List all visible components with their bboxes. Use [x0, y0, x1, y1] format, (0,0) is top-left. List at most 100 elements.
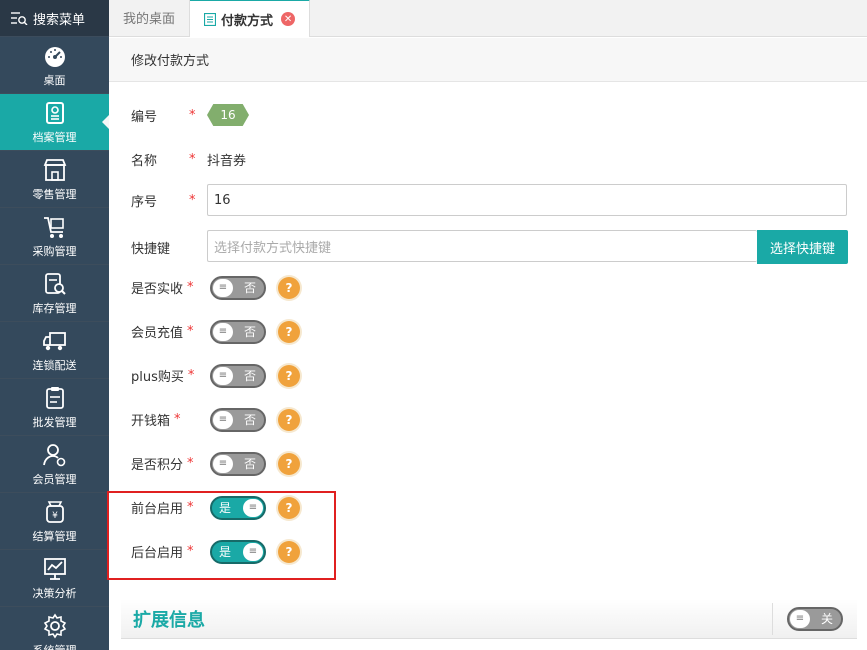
id-label: 编号 — [131, 109, 158, 125]
sidebar-item-purchase[interactable]: 采购管理 — [0, 208, 109, 265]
sidebar-item-label: 零售管理 — [32, 187, 77, 201]
required-mark: * — [189, 192, 196, 208]
close-icon[interactable]: ✕ — [281, 12, 296, 26]
tab-payment-method[interactable]: 付款方式 ✕ — [190, 0, 311, 37]
tab-label: 我的桌面 — [123, 12, 176, 27]
highlight-box — [107, 491, 336, 580]
extension-section-header: 扩展信息 ≡ 关 — [121, 599, 857, 639]
required-mark: * — [189, 107, 196, 123]
clipboard-icon — [45, 386, 64, 409]
menu-search-button[interactable]: 搜索菜单 — [0, 0, 109, 37]
points-toggle[interactable]: ≡ 否 — [210, 451, 266, 476]
toggle-text: 关 — [820, 612, 833, 626]
toggle-text: 否 — [243, 369, 256, 383]
points-row: 是否积分 * ≡ 否? — [131, 451, 300, 476]
svg-text:¥: ¥ — [52, 511, 58, 521]
id-row: 编号 * 16 — [131, 104, 249, 126]
tab-bar: 我的桌面 付款方式 ✕ — [109, 0, 867, 37]
sidebar-item-label: 连锁配送 — [32, 358, 77, 372]
toggle-knob: ≡ — [213, 410, 233, 429]
points-label: 是否积分 — [131, 458, 184, 473]
open-cash-drawer-row: 开钱箱 * ≡ 否? — [131, 407, 300, 432]
help-icon[interactable]: ? — [278, 364, 300, 387]
actual-receipt-label: 是否实收 — [131, 282, 184, 297]
member-recharge-toggle[interactable]: ≡ 否 — [210, 319, 266, 344]
store-icon — [43, 158, 66, 181]
help-icon[interactable]: ? — [278, 276, 300, 299]
extension-title: 扩展信息 — [133, 609, 205, 631]
sidebar-item-retail[interactable]: 零售管理 — [0, 151, 109, 208]
select-hotkey-button[interactable]: 选择快捷键 — [757, 230, 848, 264]
toggle-knob: ≡ — [213, 454, 233, 473]
open-cash-drawer-toggle[interactable]: ≡ 否 — [210, 407, 266, 432]
sidebar-item-delivery[interactable]: 连锁配送 — [0, 322, 109, 379]
help-icon[interactable]: ? — [278, 320, 300, 343]
dashboard-icon — [44, 46, 65, 67]
sidebar-item-label: 决策分析 — [32, 586, 77, 600]
toggle-knob: ≡ — [790, 609, 810, 628]
sidebar-item-inventory[interactable]: 库存管理 — [0, 265, 109, 322]
required-mark: * — [187, 456, 194, 471]
archive-icon — [45, 101, 64, 124]
sidebar-item-archive[interactable]: 档案管理 — [0, 94, 109, 151]
sidebar-item-label: 结算管理 — [32, 529, 77, 543]
name-label: 名称 — [131, 154, 158, 169]
hotkey-input-group: 选择付款方式快捷键 选择快捷键 — [207, 230, 848, 264]
help-icon[interactable]: ? — [278, 408, 300, 431]
gear-icon — [43, 613, 66, 638]
required-mark: * — [187, 280, 194, 295]
open-cash-drawer-label: 开钱箱 — [131, 414, 171, 429]
hotkey-label: 快捷键 — [131, 241, 171, 257]
sidebar-item-label: 系统管理 — [32, 643, 77, 650]
required-mark: * — [189, 152, 196, 167]
member-icon — [42, 443, 65, 466]
divider — [772, 602, 773, 635]
member-recharge-row: 会员充值 * ≡ 否? — [131, 319, 300, 344]
sidebar-item-system[interactable]: 系统管理 — [0, 607, 109, 650]
sidebar-item-label: 库存管理 — [32, 301, 77, 315]
id-badge: 16 — [207, 104, 249, 126]
required-mark: * — [187, 324, 194, 339]
toggle-knob: ≡ — [213, 278, 233, 297]
toggle-text: 否 — [243, 413, 256, 427]
toggle-text: 否 — [243, 325, 256, 339]
toggle-text: 否 — [243, 457, 256, 471]
document-icon — [204, 12, 217, 26]
name-row: 名称 * 抖音券 — [131, 150, 246, 169]
plus-purchase-row: plus购买 * ≡ 否? — [131, 363, 300, 388]
seq-input[interactable]: 16 — [207, 184, 847, 216]
toggle-text: 否 — [243, 281, 256, 295]
switch-wrap: ≡ 否? — [210, 363, 300, 388]
member-recharge-label: 会员充值 — [131, 326, 184, 341]
sidebar-item-member[interactable]: 会员管理 — [0, 436, 109, 493]
sidebar-item-label: 会员管理 — [32, 472, 77, 486]
sidebar-item-analysis[interactable]: 决策分析 — [0, 550, 109, 607]
plus-purchase-toggle[interactable]: ≡ 否 — [210, 363, 266, 388]
actual-receipt-toggle[interactable]: ≡ 否 — [210, 275, 266, 300]
required-mark: * — [187, 368, 195, 383]
help-icon[interactable]: ? — [278, 452, 300, 475]
toggle-knob: ≡ — [213, 322, 233, 341]
switch-wrap: ≡ 否? — [210, 451, 300, 476]
sidebar-item-label: 批发管理 — [32, 415, 77, 429]
truck-icon — [42, 331, 66, 350]
switch-wrap: ≡ 否? — [210, 319, 300, 344]
tab-label: 付款方式 — [221, 13, 274, 29]
switch-wrap: ≡ 否? — [210, 275, 300, 300]
hotkey-input[interactable]: 选择付款方式快捷键 — [207, 230, 757, 262]
sidebar-item-label: 档案管理 — [32, 130, 77, 144]
page-title: 修改付款方式 — [109, 38, 867, 82]
sidebar-item-settlement[interactable]: ¥ 结算管理 — [0, 493, 109, 550]
extension-toggle[interactable]: ≡ 关 — [787, 606, 843, 631]
sidebar-item-label: 桌面 — [43, 73, 66, 87]
tab-my-desktop[interactable]: 我的桌面 — [109, 0, 191, 36]
seq-label: 序号 — [131, 194, 158, 210]
seq-row: 序号 * 16 — [131, 184, 847, 216]
sidebar-item-wholesale[interactable]: 批发管理 — [0, 379, 109, 436]
settlement-icon: ¥ — [45, 500, 64, 523]
sidebar: 搜索菜单 桌面 档案管理 零售管理 采购管理 库存管理 连锁配送 批发管理 会员… — [0, 0, 109, 650]
hotkey-row: 快捷键 选择付款方式快捷键 选择快捷键 — [131, 230, 848, 264]
name-value: 抖音券 — [207, 154, 247, 169]
menu-search-icon — [11, 12, 28, 25]
sidebar-item-desktop[interactable]: 桌面 — [0, 37, 109, 94]
